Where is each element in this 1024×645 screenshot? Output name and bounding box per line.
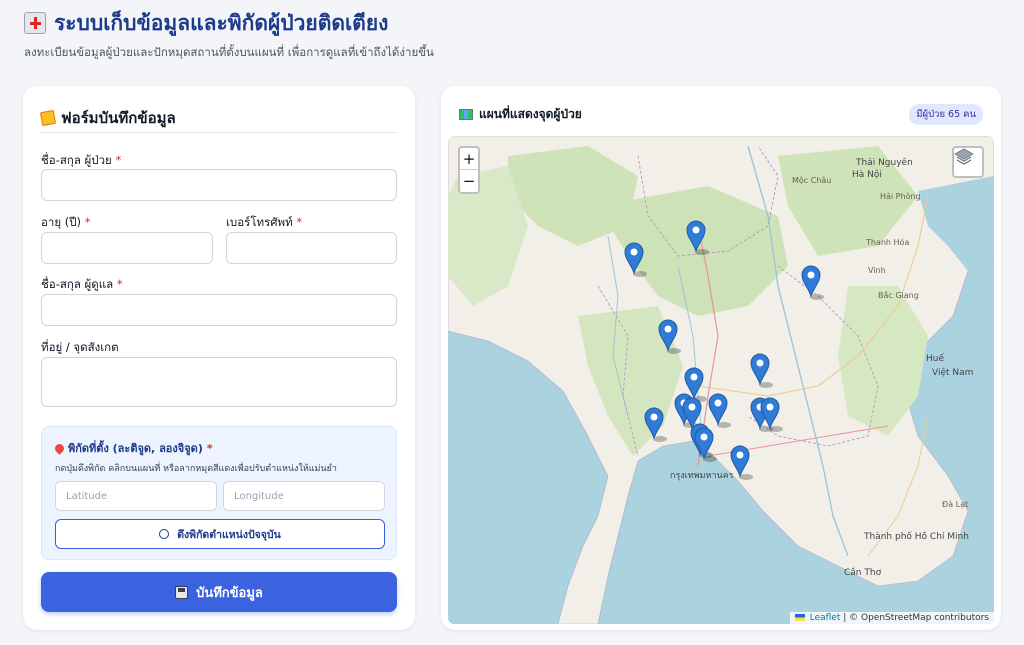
floppy-disk-icon	[175, 585, 189, 599]
required-mark: *	[116, 277, 123, 291]
page-subtitle: ลงทะเบียนข้อมูลผู้ป่วยและปักหมุดสถานที่ต…	[24, 45, 434, 59]
zoom-in-button[interactable]: +	[460, 148, 478, 170]
patient-marker[interactable]	[686, 220, 709, 255]
zoom-control: + −	[458, 146, 480, 194]
save-button[interactable]: บันทึกข้อมูล	[41, 572, 397, 612]
age-label: อายุ (ปี) *	[41, 214, 90, 232]
longitude-input[interactable]	[223, 481, 385, 511]
patient-marker[interactable]	[750, 353, 773, 388]
patient-markers	[624, 220, 824, 480]
geo-title-text: พิกัดที่ตั้ง (ละติจูด, ลองจิจูด)	[68, 442, 203, 455]
age-input[interactable]	[41, 232, 213, 264]
caregiver-label-text: ชื่อ-สกุล ผู้ดูแล	[41, 277, 114, 291]
required-mark: *	[296, 215, 303, 229]
world-map-icon	[459, 109, 473, 120]
geo-hint: กดปุ่มดึงพิกัด คลิกบนแผนที่ หรือลากหมุดส…	[55, 464, 337, 474]
map-card: แผนที่แสดงจุดผู้ป่วย มีผู้ป่วย 65 คน Thá…	[441, 86, 1001, 630]
zoom-out-button[interactable]: −	[460, 170, 478, 192]
app-header: ระบบเก็บข้อมูลและพิกัดผู้ป่วยติดเตียง ลง…	[24, 8, 434, 62]
phone-label: เบอร์โทรศัพท์ *	[226, 214, 302, 232]
patient-name-input[interactable]	[41, 169, 397, 201]
divider	[41, 132, 397, 133]
geo-section: พิกัดที่ตั้ง (ละติจูด, ลองจิจูด) * กดปุ่…	[41, 426, 397, 560]
patient-marker[interactable]	[658, 319, 681, 354]
leaflet-link[interactable]: Leaflet	[810, 613, 841, 623]
layers-button[interactable]	[952, 146, 984, 178]
save-button-label: บันทึกข้อมูล	[196, 585, 263, 601]
osm-attribution: | © OpenStreetMap contributors	[843, 613, 989, 623]
patient-marker[interactable]	[624, 242, 647, 277]
address-label: ที่อยู่ / จุดสังเกต	[41, 340, 119, 354]
pin-icon	[53, 441, 66, 455]
spinner-icon	[159, 529, 170, 539]
map-title-text: แผนที่แสดงจุดผู้ป่วย	[479, 107, 582, 121]
get-location-label: ดึงพิกัดตำแหน่งปัจจุบัน	[177, 528, 281, 541]
get-location-button[interactable]: ดึงพิกัดตำแหน่งปัจจุบัน	[55, 519, 385, 549]
ukraine-flag-icon	[794, 614, 805, 621]
patient-marker[interactable]	[644, 407, 667, 442]
page-title: ระบบเก็บข้อมูลและพิกัดผู้ป่วยติดเตียง	[24, 8, 434, 38]
required-mark: *	[84, 215, 91, 229]
required-mark: *	[206, 441, 213, 455]
patient-marker[interactable]	[694, 427, 717, 462]
geo-title: พิกัดที่ตั้ง (ละติจูด, ลองจิจูด) *	[53, 439, 213, 457]
patient-marker[interactable]	[708, 393, 731, 428]
hospital-icon	[24, 12, 46, 34]
latitude-input[interactable]	[55, 481, 217, 511]
caregiver-input[interactable]	[41, 294, 397, 326]
patient-marker[interactable]	[801, 265, 824, 300]
required-mark: *	[115, 153, 122, 167]
patient-name-label: ชื่อ-สกุล ผู้ป่วย *	[41, 152, 121, 170]
form-card: ฟอร์มบันทึกข้อมูล ชื่อ-สกุล ผู้ป่วย * อา…	[23, 86, 415, 630]
phone-input[interactable]	[226, 232, 397, 264]
phone-label-text: เบอร์โทรศัพท์	[226, 215, 293, 229]
caregiver-label: ชื่อ-สกุล ผู้ดูแล *	[41, 276, 123, 294]
form-title: ฟอร์มบันทึกข้อมูล	[39, 106, 176, 130]
map-view[interactable]: Thái Nguyên Hà Nội Hải Phòng Mộc Châu Th…	[448, 136, 994, 624]
form-title-text: ฟอร์มบันทึกข้อมูล	[61, 109, 176, 127]
memo-icon	[39, 109, 57, 127]
map-attribution: Leaflet | © OpenStreetMap contributors	[789, 612, 994, 624]
map-title: แผนที่แสดงจุดผู้ป่วย	[459, 105, 582, 124]
patient-count-badge: มีผู้ป่วย 65 คน	[909, 104, 983, 125]
age-label-text: อายุ (ปี)	[41, 215, 82, 229]
page-title-text: ระบบเก็บข้อมูลและพิกัดผู้ป่วยติดเตียง	[54, 10, 389, 35]
address-textarea[interactable]	[41, 357, 397, 407]
patient-name-label-text: ชื่อ-สกุล ผู้ป่วย	[41, 153, 112, 167]
patient-marker[interactable]	[730, 445, 753, 480]
layers-icon	[954, 148, 974, 165]
